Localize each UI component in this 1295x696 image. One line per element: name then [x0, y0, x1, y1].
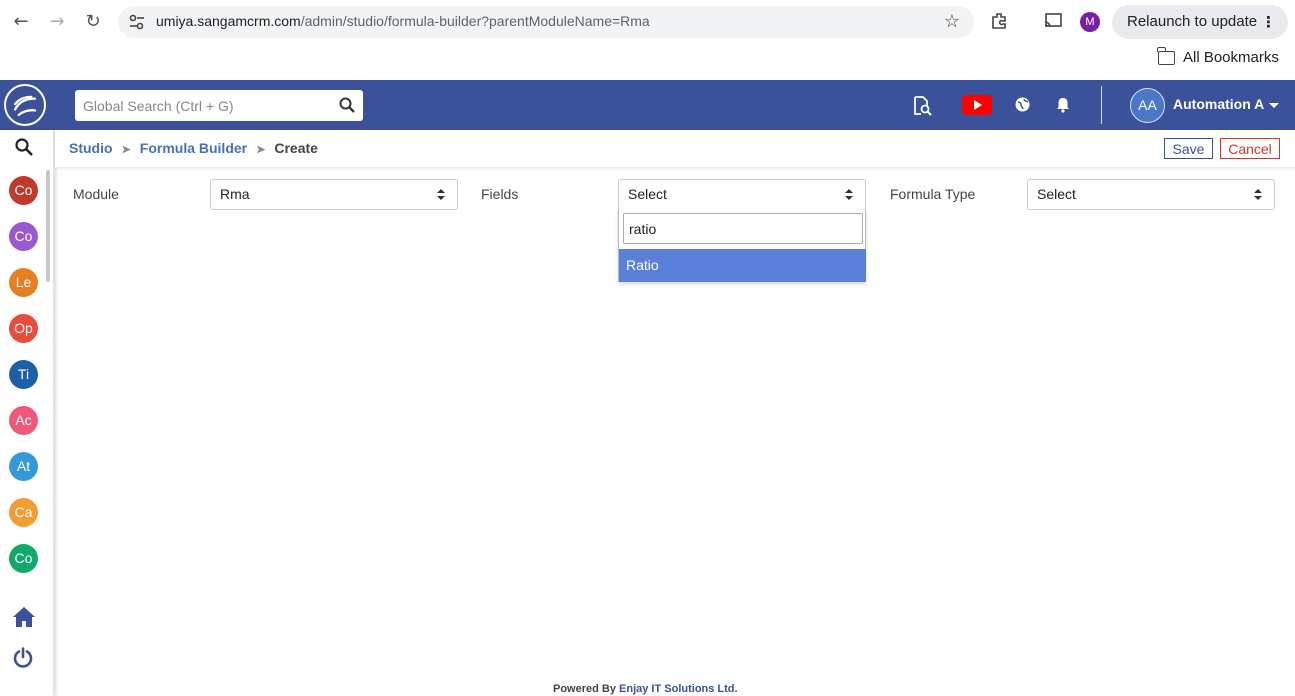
relaunch-label: Relaunch to update: [1127, 13, 1258, 30]
sidebar-module-item[interactable]: Ti: [9, 360, 38, 389]
notification-bell-icon[interactable]: [1056, 97, 1070, 113]
app-logo-icon[interactable]: [4, 84, 46, 126]
module-select[interactable]: Rma: [210, 179, 458, 210]
home-icon[interactable]: [12, 606, 36, 628]
fields-dropdown-option[interactable]: Ratio: [619, 249, 866, 282]
sidebar-module-item[interactable]: Op: [9, 314, 38, 343]
footer: Powered By Enjay IT Solutions Ltd.: [553, 683, 738, 695]
global-search-input[interactable]: [75, 90, 325, 121]
cancel-button[interactable]: Cancel: [1220, 138, 1280, 159]
header-divider: [1101, 86, 1102, 124]
document-search-icon[interactable]: [912, 96, 932, 116]
browser-profile-avatar[interactable]: M: [1080, 12, 1100, 32]
select-arrows-icon: [1254, 189, 1262, 201]
reload-icon[interactable]: ↻: [81, 10, 105, 34]
sidebar-module-item[interactable]: Co: [9, 176, 38, 205]
module-select-value: Rma: [220, 186, 250, 202]
fields-label: Fields: [481, 186, 519, 202]
search-icon[interactable]: [339, 97, 355, 113]
all-bookmarks-label: All Bookmarks: [1183, 49, 1279, 66]
back-icon[interactable]: ←: [9, 10, 33, 34]
footer-company-link[interactable]: Enjay IT Solutions Ltd.: [619, 683, 738, 695]
sidebar-module-item[interactable]: Co: [9, 222, 38, 251]
app-header: AA Automation A: [0, 80, 1295, 130]
globe-icon[interactable]: [1015, 97, 1030, 112]
sidebar-module-item[interactable]: Co: [9, 544, 38, 573]
user-avatar[interactable]: AA: [1130, 88, 1165, 123]
user-name-label: Automation A: [1173, 96, 1265, 112]
folder-icon: [1157, 46, 1175, 65]
sidebar-module-item[interactable]: Ac: [9, 406, 38, 435]
sidebar-module-item[interactable]: At: [9, 452, 38, 481]
breadcrumb-studio[interactable]: Studio: [69, 140, 113, 156]
chevron-down-icon: [1269, 102, 1280, 108]
cast-icon[interactable]: [1043, 12, 1063, 30]
all-bookmarks[interactable]: All Bookmarks: [1157, 46, 1279, 66]
sidebar-module-item[interactable]: Ca: [9, 498, 38, 527]
user-menu[interactable]: Automation A: [1173, 96, 1280, 112]
address-bar[interactable]: umiya.sangamcrm.com/admin/studio/formula…: [118, 6, 974, 38]
module-label: Module: [73, 186, 119, 202]
sidebar-search-icon[interactable]: [15, 138, 33, 156]
sidebar-module-item[interactable]: Le: [9, 268, 38, 297]
formula-type-label: Formula Type: [890, 186, 976, 202]
fields-dropdown-search-input[interactable]: [623, 213, 863, 244]
extensions-icon[interactable]: [990, 11, 1010, 31]
site-info-icon[interactable]: [128, 13, 146, 31]
global-search[interactable]: [75, 90, 363, 121]
bookmark-star-icon[interactable]: ☆: [944, 11, 960, 32]
select-arrows-icon: [437, 189, 445, 201]
formula-type-select-value: Select: [1037, 186, 1076, 202]
sidebar-scrollbar[interactable]: [46, 170, 50, 282]
relaunch-button[interactable]: Relaunch to update ⋮: [1112, 5, 1288, 39]
more-menu-icon[interactable]: ⋮: [1261, 5, 1276, 39]
fields-select-value: Select: [628, 186, 667, 202]
power-icon[interactable]: [12, 647, 34, 669]
save-button[interactable]: Save: [1164, 138, 1213, 159]
select-arrows-icon: [845, 189, 853, 201]
youtube-icon[interactable]: [962, 95, 992, 115]
breadcrumb-formula-builder[interactable]: Formula Builder: [140, 140, 247, 156]
breadcrumb-current: Create: [274, 140, 318, 156]
fields-dropdown: Ratio: [618, 209, 866, 282]
breadcrumb: Studio ➤ Formula Builder ➤ Create: [69, 140, 318, 156]
sidebar: Co Co Le Op Ti Ac At Ca Co: [0, 130, 54, 696]
footer-prefix: Powered By: [553, 683, 616, 695]
formula-type-select[interactable]: Select: [1027, 179, 1275, 210]
breadcrumb-separator-icon: ➤: [256, 144, 266, 156]
browser-chrome: ← → ↻ umiya.sangamcrm.com/admin/studio/f…: [0, 0, 1295, 80]
fields-select[interactable]: Select: [618, 179, 866, 210]
forward-icon[interactable]: →: [45, 10, 69, 34]
url-text: umiya.sangamcrm.com/admin/studio/formula…: [156, 13, 650, 29]
breadcrumb-separator-icon: ➤: [121, 144, 131, 156]
breadcrumb-bar: Studio ➤ Formula Builder ➤ Create Save Cance…: [55, 130, 1295, 168]
